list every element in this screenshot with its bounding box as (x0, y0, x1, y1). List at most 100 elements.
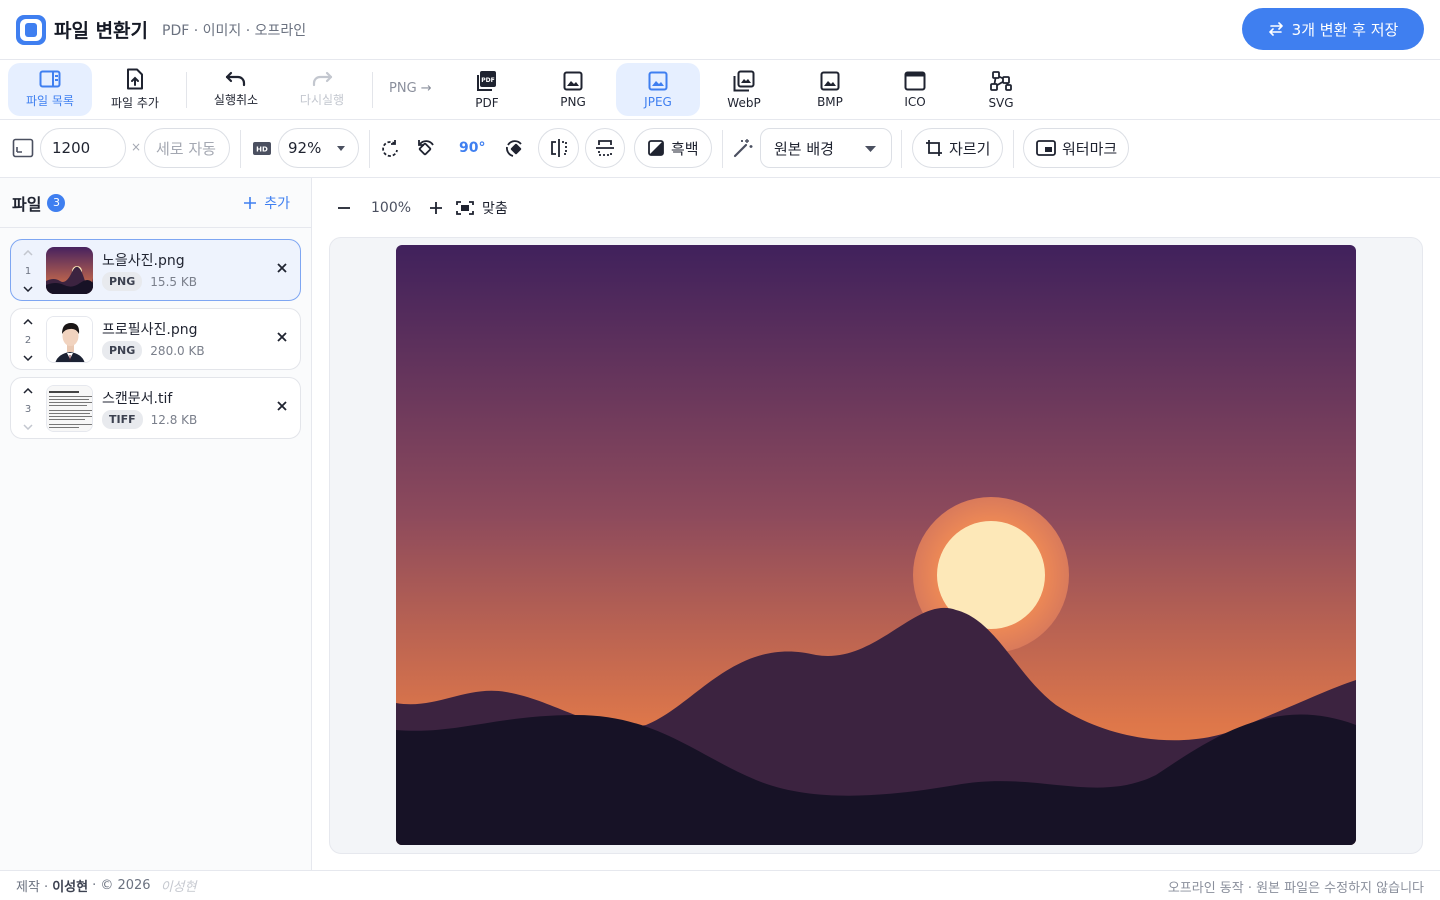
watermark-button[interactable]: 워터마크 (1023, 128, 1129, 168)
swap-arrows-icon (1268, 22, 1283, 36)
chevron-down-icon[interactable] (23, 286, 33, 292)
format-bmp-button[interactable]: BMP (788, 63, 872, 116)
rotate-free-icon[interactable] (380, 138, 400, 158)
chevron-up-icon[interactable] (23, 388, 33, 394)
flip-horizontal-icon (550, 139, 567, 157)
width-input[interactable]: 1200 (40, 128, 126, 168)
plus-icon (244, 197, 257, 209)
file-index: 3 (24, 403, 32, 415)
file-meta: PNG 280.0 KB (102, 341, 205, 360)
file-index: 2 (24, 334, 32, 346)
file-size: 12.8 KB (150, 412, 198, 427)
grayscale-label: 흑백 (671, 139, 699, 158)
format-png-button[interactable]: PNG (531, 63, 615, 116)
picture-in-picture-icon (1036, 140, 1056, 156)
width-value: 1200 (52, 139, 91, 157)
file-card[interactable]: 3 스캔문서.tif TIFF 12.8 KB (10, 377, 301, 439)
footer-note: 오프라인 동작 · 원본 파일은 수정하지 않습니다 (1167, 881, 1424, 896)
zoom-out-icon[interactable] (336, 200, 352, 216)
file-list-label: 파일 목록 (26, 94, 74, 108)
undo-button[interactable]: 실행취소 (194, 63, 278, 116)
svg-text:HD: HD (256, 146, 268, 154)
rotate-angle-button[interactable]: 90° (459, 140, 485, 156)
quality-value: 92% (288, 139, 322, 157)
reorder-controls: 3 (21, 388, 35, 430)
author-name: 이성현 (52, 880, 89, 895)
app-subtitle: PDF · 이미지 · 오프라인 (162, 22, 307, 39)
height-input[interactable]: 세로 자동 (144, 128, 230, 168)
add-file-label: 파일 추가 (111, 96, 159, 110)
watermark-label: 워터마크 (1062, 139, 1118, 158)
reorder-controls: 2 (21, 319, 35, 361)
app-header: 파일 변환기 PDF · 이미지 · 오프라인 3개 변환 후 저장 (0, 0, 1440, 60)
convert-save-label: 3개 변환 후 저장 (1291, 20, 1399, 39)
crop-button[interactable]: 자르기 (912, 128, 1003, 168)
crop-label: 자르기 (949, 139, 991, 158)
flip-vertical-icon (596, 140, 614, 156)
file-meta: TIFF 12.8 KB (102, 410, 197, 429)
file-card[interactable]: 1 노을사진.png PNG 15.5 KB (10, 239, 301, 301)
file-type-badge: PNG (102, 272, 143, 291)
zoom-in-icon[interactable] (428, 200, 444, 216)
file-list-button[interactable]: 파일 목록 (8, 63, 92, 116)
credit-suffix: · © 2026 (92, 878, 151, 893)
app-logo-icon (16, 14, 46, 45)
rotate-right-icon[interactable] (503, 138, 525, 158)
file-index: 1 (24, 265, 32, 277)
sidebar-title: 파일 (12, 194, 42, 214)
chevron-down-icon[interactable] (23, 424, 33, 430)
reorder-controls: 1 (21, 250, 35, 292)
add-file-button[interactable]: 파일 추가 (93, 63, 177, 116)
format-label: WebP (727, 95, 761, 110)
flip-horizontal-button[interactable] (538, 128, 579, 168)
sidebar-add-label: 추가 (264, 196, 290, 212)
images-stack-icon (733, 70, 755, 91)
caret-down-icon (865, 146, 876, 152)
remove-file-icon[interactable] (276, 331, 288, 343)
vector-nodes-icon (990, 70, 1012, 91)
image-icon (820, 71, 840, 90)
chevron-down-icon[interactable] (23, 355, 33, 361)
convert-save-button[interactable]: 3개 변환 후 저장 (1242, 8, 1424, 50)
file-card[interactable]: 2 프로필사진.png PNG 280.0 KB (10, 308, 301, 370)
format-jpeg-button[interactable]: JPEG (616, 63, 700, 116)
format-label: JPEG (644, 94, 672, 109)
format-ico-button[interactable]: ICO (873, 63, 957, 116)
chevron-up-icon[interactable] (23, 319, 33, 325)
file-type-badge: PNG (102, 341, 143, 360)
sidebar-add-button[interactable]: 추가 (244, 193, 290, 213)
edit-toolbar: 1200 × 세로 자동 HD 92% 90° 흑백 원본 배경 자르기 워터마… (0, 120, 1440, 178)
hd-quality-icon: HD (253, 142, 271, 155)
preview-image[interactable] (396, 245, 1356, 845)
quality-select[interactable]: 92% (278, 128, 359, 168)
app-footer: 제작 · 이성현 · © 2026 이성현 오프라인 동작 · 원본 파일은 수… (0, 870, 1440, 900)
fit-button[interactable]: 맞춤 (456, 198, 508, 218)
format-label: PNG (560, 94, 586, 109)
redo-button[interactable]: 다시실행 (280, 63, 364, 116)
magic-wand-icon (733, 139, 753, 158)
zoom-controls: 100% 맞춤 (336, 198, 508, 218)
divider (186, 72, 187, 108)
file-size: 15.5 KB (150, 274, 197, 289)
format-svg-button[interactable]: SVG (959, 63, 1043, 116)
sidebar-header: 파일 3 추가 (0, 178, 311, 228)
fit-screen-icon (456, 201, 474, 215)
divider (369, 130, 370, 168)
chevron-up-icon[interactable] (23, 250, 33, 256)
divider (372, 72, 373, 108)
remove-file-icon[interactable] (276, 262, 288, 274)
grayscale-button[interactable]: 흑백 (634, 128, 712, 168)
app-title: 파일 변환기 (54, 20, 149, 42)
format-label: BMP (817, 94, 843, 109)
file-name: 프로필사진.png (102, 322, 198, 338)
remove-file-icon[interactable] (276, 400, 288, 412)
zoom-level: 100% (371, 200, 412, 216)
crop-icon (926, 140, 942, 156)
background-select[interactable]: 원본 배경 (760, 128, 892, 168)
rotate-left-icon[interactable] (416, 138, 438, 158)
undo-icon (225, 71, 246, 87)
contrast-icon (648, 140, 664, 156)
flip-vertical-button[interactable] (585, 128, 625, 168)
format-pdf-button[interactable]: PDF PDF (445, 63, 529, 116)
format-webp-button[interactable]: WebP (702, 63, 786, 116)
